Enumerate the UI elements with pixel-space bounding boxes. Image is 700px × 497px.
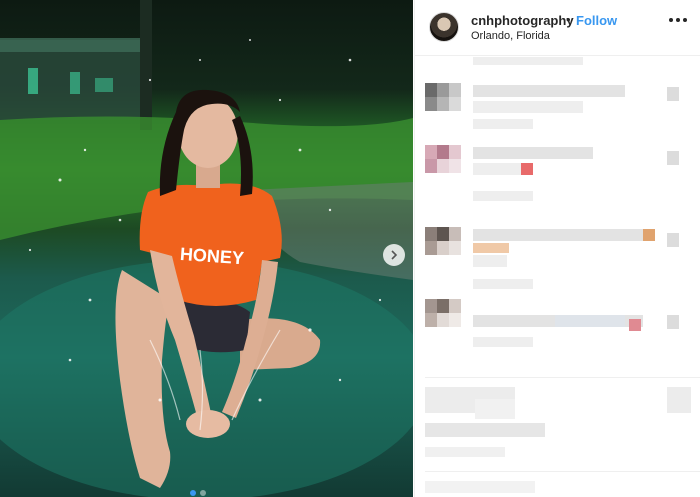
comment-like-icon[interactable] <box>667 315 679 329</box>
comment-like-icon[interactable] <box>667 87 679 101</box>
username-link[interactable]: cnhphotography <box>471 13 574 28</box>
carousel-dot-active <box>190 490 196 496</box>
comment-text-blur <box>473 229 653 241</box>
divider <box>425 471 700 472</box>
comment-avatar-blur <box>425 299 461 327</box>
comment-like-icon[interactable] <box>667 233 679 247</box>
location-link[interactable]: Orlando, Florida <box>471 30 550 42</box>
profile-avatar[interactable] <box>429 12 459 42</box>
carousel-indicator <box>190 490 206 496</box>
chevron-right-icon <box>391 250 398 260</box>
separator-dot: • <box>566 12 571 27</box>
comment-avatar-blur <box>425 83 461 111</box>
comment-avatar-blur <box>425 145 461 173</box>
comment-meta-blur <box>473 191 533 201</box>
carousel-dot <box>200 490 206 496</box>
comment-text-blur <box>473 163 523 175</box>
action-bar-blur <box>475 399 515 419</box>
comment-text-blur <box>473 101 583 113</box>
comments-list-pixelated <box>415 57 700 497</box>
comment-text-blur <box>473 57 583 65</box>
emoji-blur <box>629 319 641 331</box>
comment-text-blur <box>473 85 625 97</box>
more-options-icon[interactable] <box>669 14 691 26</box>
emoji-blur <box>521 163 533 175</box>
bookmark-icon[interactable] <box>667 387 691 413</box>
comment-text-blur <box>555 315 625 327</box>
follow-button[interactable]: Follow <box>576 13 617 28</box>
likes-count-blur <box>425 423 545 437</box>
comment-text-blur <box>473 255 507 267</box>
comment-text-blur <box>473 147 593 159</box>
timestamp-blur <box>425 447 505 457</box>
comment-meta-blur <box>473 119 533 129</box>
comment-like-icon[interactable] <box>667 151 679 165</box>
divider <box>425 377 700 378</box>
photo-illustration: HONEY <box>0 0 413 497</box>
post-side-panel: cnhphotography • Follow Orlando, Florida <box>414 0 700 497</box>
comment-meta-blur <box>473 279 533 289</box>
next-photo-button[interactable] <box>383 244 405 266</box>
emoji-blur <box>643 229 655 241</box>
post-photo[interactable]: HONEY <box>0 0 413 497</box>
emoji-blur <box>473 243 509 253</box>
post-header: cnhphotography • Follow Orlando, Florida <box>415 0 700 56</box>
instagram-post-view: HONEY cnhphotography • Follow Orlando, F… <box>0 0 700 497</box>
comment-avatar-blur <box>425 227 461 255</box>
comment-meta-blur <box>473 337 533 347</box>
add-comment-blur[interactable] <box>425 481 535 493</box>
